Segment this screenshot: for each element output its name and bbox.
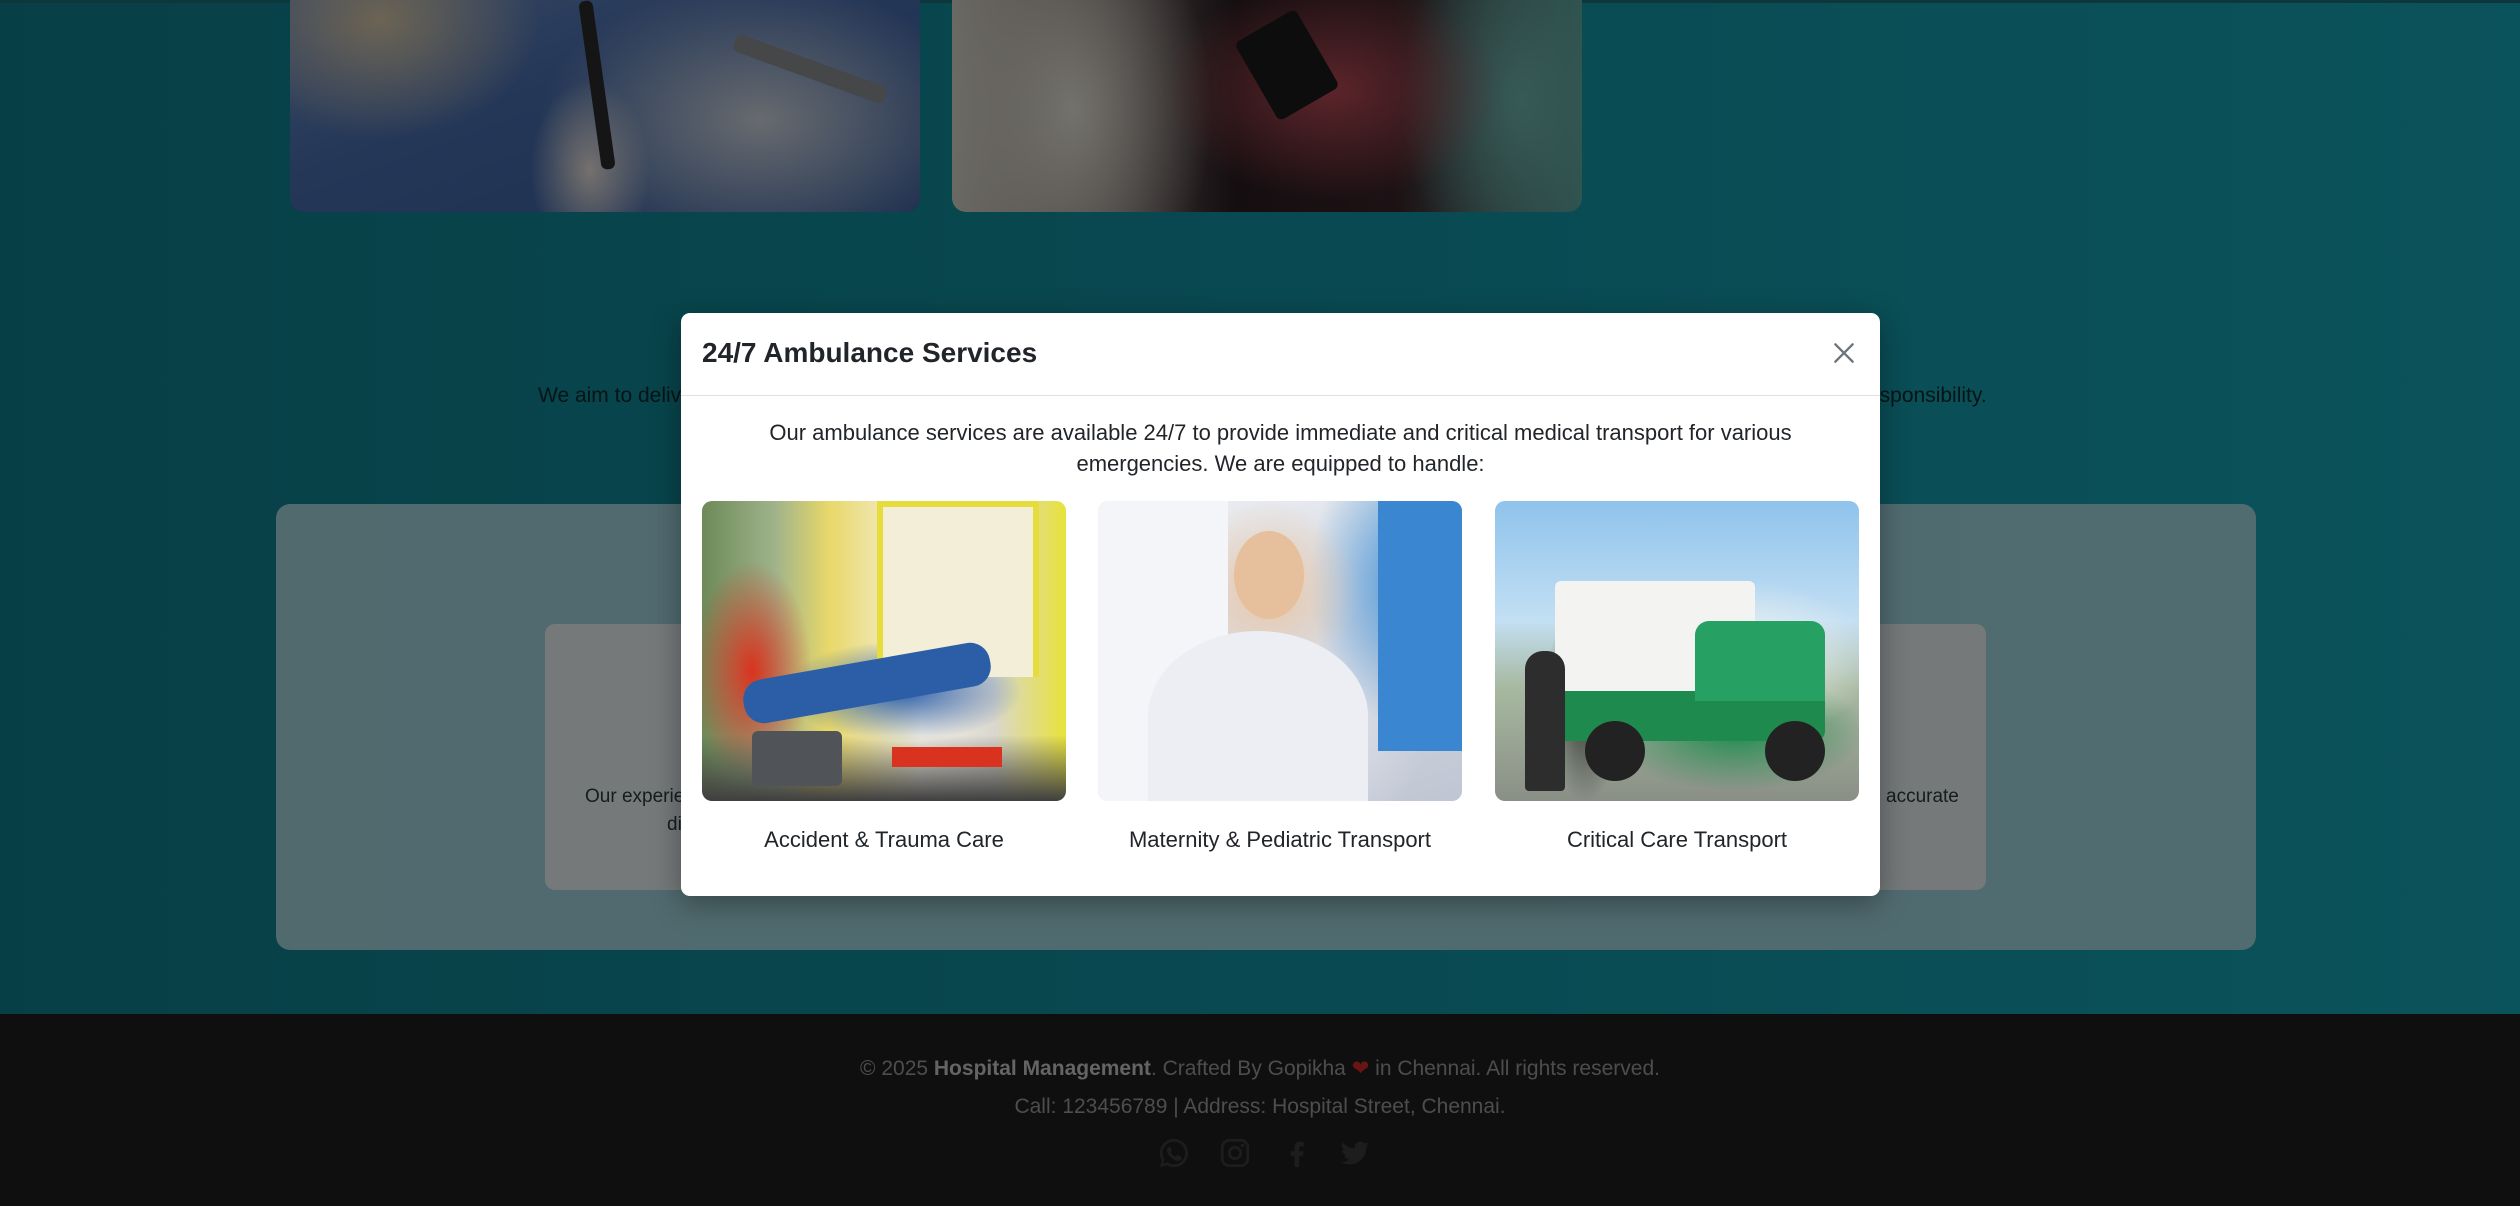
ambulance-services-modal: 24/7 Ambulance Services Our ambulance se… [681,313,1880,896]
modal-intro-text: Our ambulance services are available 24/… [769,420,1792,476]
critical-care-image [1495,501,1859,801]
service-critical-care: Critical Care Transport [1495,501,1859,853]
close-button[interactable] [1822,331,1866,375]
service-accident-trauma: Accident & Trauma Care [702,501,1066,853]
service-label: Maternity & Pediatric Transport [1128,827,1431,852]
accident-trauma-image [702,501,1066,801]
modal-title: 24/7 Ambulance Services [702,337,1038,368]
maternity-pediatric-image [1098,501,1462,801]
service-maternity-pediatric: Maternity & Pediatric Transport [1098,501,1462,853]
service-label: Critical Care Transport [1566,827,1788,852]
modal-header: 24/7 Ambulance Services [681,313,1880,396]
close-icon [1834,343,1854,363]
service-label: Accident & Trauma Care [764,827,1004,852]
